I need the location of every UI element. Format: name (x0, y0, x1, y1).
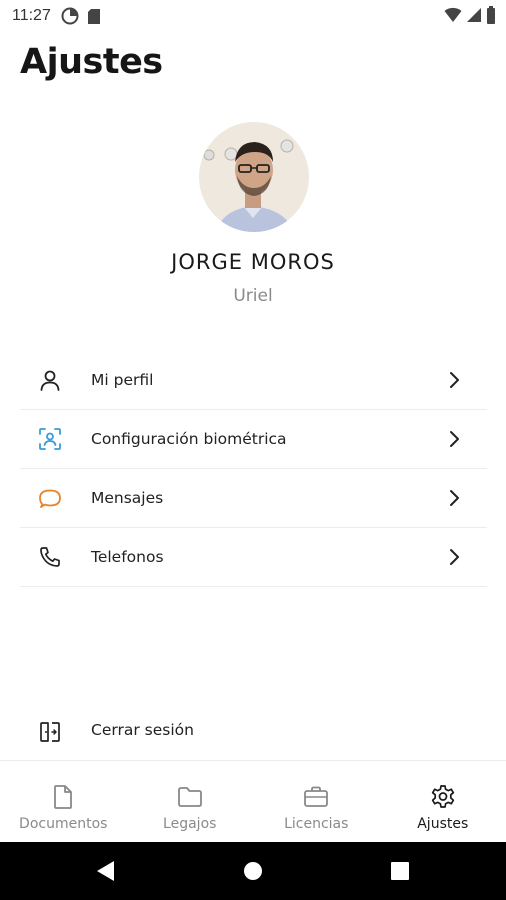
nav-label: Licencias (284, 816, 349, 832)
logout-label: Cerrar sesión (91, 721, 194, 739)
menu-item-telefonos[interactable]: Telefonos (20, 528, 487, 587)
menu-label: Telefonos (91, 548, 164, 566)
menu-label: Configuración biométrica (91, 430, 287, 448)
document-icon (54, 785, 73, 809)
status-bar: 11:27 (0, 0, 506, 32)
status-time: 11:27 (12, 7, 51, 24)
logout-button[interactable]: Cerrar sesión (20, 710, 487, 750)
nav-label: Ajustes (417, 816, 469, 832)
chevron-right-icon (450, 431, 459, 447)
menu-item-mensajes[interactable]: Mensajes (20, 469, 487, 528)
user-name: JORGE MOROS (171, 250, 335, 274)
avatar[interactable] (199, 122, 309, 232)
user-icon (40, 370, 60, 391)
chevron-right-icon (450, 549, 459, 565)
nav-tab-ajustes[interactable]: Ajustes (380, 761, 506, 842)
data-saver-icon (61, 7, 79, 25)
recents-icon[interactable] (391, 862, 409, 880)
nav-tab-documentos[interactable]: Documentos (0, 761, 127, 842)
wifi-icon (444, 7, 462, 22)
face-scan-icon (39, 428, 61, 450)
menu-label: Mensajes (91, 489, 164, 507)
system-nav-bar (0, 842, 506, 900)
nav-tab-legajos[interactable]: Legajos (127, 761, 254, 842)
menu-item-mi-perfil[interactable]: Mi perfil (20, 351, 487, 410)
menu-label: Mi perfil (91, 371, 154, 389)
logout-icon (40, 722, 60, 742)
chevron-right-icon (450, 490, 459, 506)
sd-card-icon (87, 8, 100, 24)
nav-label: Documentos (19, 816, 108, 832)
battery-icon (487, 6, 495, 24)
folder-icon (177, 787, 202, 807)
bottom-nav: Documentos Legajos Licencias Ajustes (0, 760, 506, 842)
nav-label: Legajos (163, 816, 217, 832)
briefcase-icon (304, 786, 329, 807)
gear-icon (431, 785, 454, 808)
user-subtitle: Uriel (233, 286, 273, 306)
back-icon[interactable] (96, 860, 116, 882)
settings-menu: Mi perfil Configuración biométrica Mensa… (20, 351, 487, 587)
page-title: Ajustes (20, 42, 163, 82)
chat-bubble-icon (39, 489, 61, 508)
signal-icon (467, 8, 481, 22)
nav-tab-licencias[interactable]: Licencias (253, 761, 380, 842)
home-icon[interactable] (243, 861, 263, 881)
chevron-right-icon (450, 372, 459, 388)
phone-icon (40, 547, 60, 567)
menu-item-biometria[interactable]: Configuración biométrica (20, 410, 487, 469)
